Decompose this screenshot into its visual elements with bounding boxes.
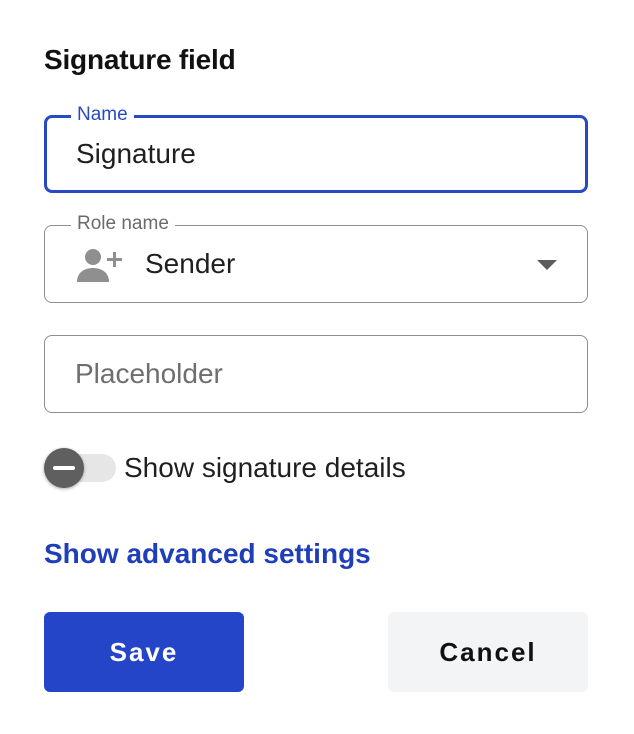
chevron-down-icon[interactable]: [537, 260, 557, 270]
panel-title: Signature field: [44, 44, 236, 75]
placeholder-input[interactable]: [75, 336, 567, 412]
name-input[interactable]: [76, 118, 565, 190]
role-name-value: Sender: [145, 248, 236, 279]
person-add-icon: [77, 249, 122, 282]
role-name-select[interactable]: Role name Sender: [44, 212, 588, 303]
name-field[interactable]: Name: [44, 103, 588, 193]
toggle-thumb: [44, 448, 84, 488]
show-advanced-settings-link[interactable]: Show advanced settings: [44, 538, 371, 570]
placeholder-field[interactable]: [44, 335, 588, 413]
show-signature-details-toggle[interactable]: [44, 448, 118, 488]
show-signature-details-label[interactable]: Show signature details: [124, 448, 406, 488]
save-button[interactable]: Save: [44, 612, 244, 692]
cancel-button[interactable]: Cancel: [388, 612, 588, 692]
